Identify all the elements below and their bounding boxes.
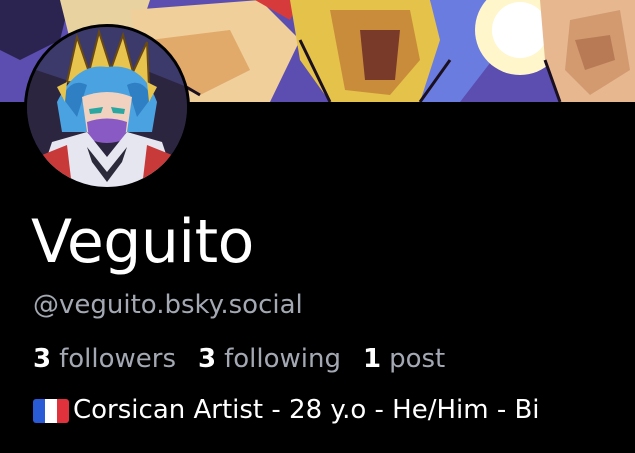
- followers-count: 3: [33, 344, 52, 374]
- profile-display-name: Veguito: [31, 207, 254, 277]
- avatar-artwork: [27, 27, 187, 187]
- posts-count: 1: [363, 344, 382, 374]
- profile-handle: @veguito.bsky.social: [33, 290, 303, 320]
- bio-text: Corsican Artist - 28 y.o - He/Him - Bi: [73, 395, 540, 425]
- following-link[interactable]: 3 following: [198, 344, 341, 374]
- following-label: following: [224, 344, 341, 374]
- france-flag-icon: [33, 399, 69, 423]
- followers-label: followers: [59, 344, 177, 374]
- followers-link[interactable]: 3 followers: [33, 344, 176, 374]
- profile-avatar[interactable]: [24, 24, 190, 190]
- flag-stripe-blue: [33, 399, 45, 423]
- following-count: 3: [198, 344, 217, 374]
- flag-stripe-red: [57, 399, 69, 423]
- posts-label: post: [389, 344, 446, 374]
- profile-stats: 3 followers 3 following 1 post: [33, 344, 445, 374]
- flag-stripe-white: [45, 399, 57, 423]
- posts-stat: 1 post: [363, 344, 445, 374]
- profile-bio: Corsican Artist - 28 y.o - He/Him - Bi: [33, 395, 540, 425]
